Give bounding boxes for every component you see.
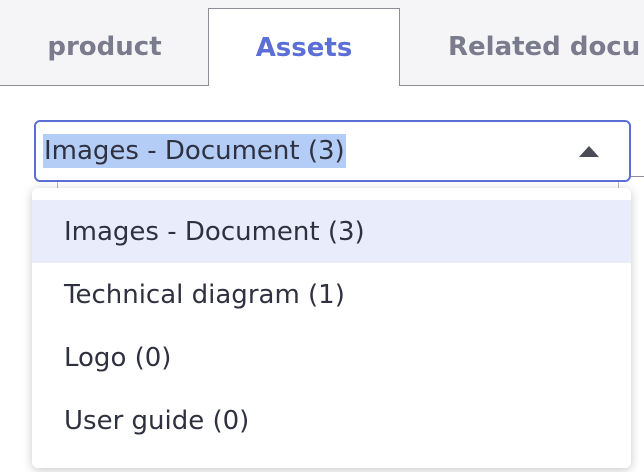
select-value: Images - Document (3) <box>43 134 346 168</box>
option-technical-diagram[interactable]: Technical diagram (1) <box>32 263 631 326</box>
tab-bar: product Related docu Assets <box>0 0 644 87</box>
option-logo[interactable]: Logo (0) <box>32 326 631 389</box>
asset-category-select[interactable]: Images - Document (3) <box>34 120 631 182</box>
option-images-document[interactable]: Images - Document (3) <box>32 200 631 263</box>
tab-product[interactable]: product <box>0 8 209 86</box>
tab-assets[interactable]: Assets <box>208 8 400 87</box>
asset-category-dropdown: Images - Document (3) Technical diagram … <box>32 188 631 468</box>
tab-related-documents[interactable]: Related docu <box>400 8 644 86</box>
caret-up-icon[interactable] <box>579 146 599 157</box>
option-user-guide[interactable]: User guide (0) <box>32 389 631 452</box>
